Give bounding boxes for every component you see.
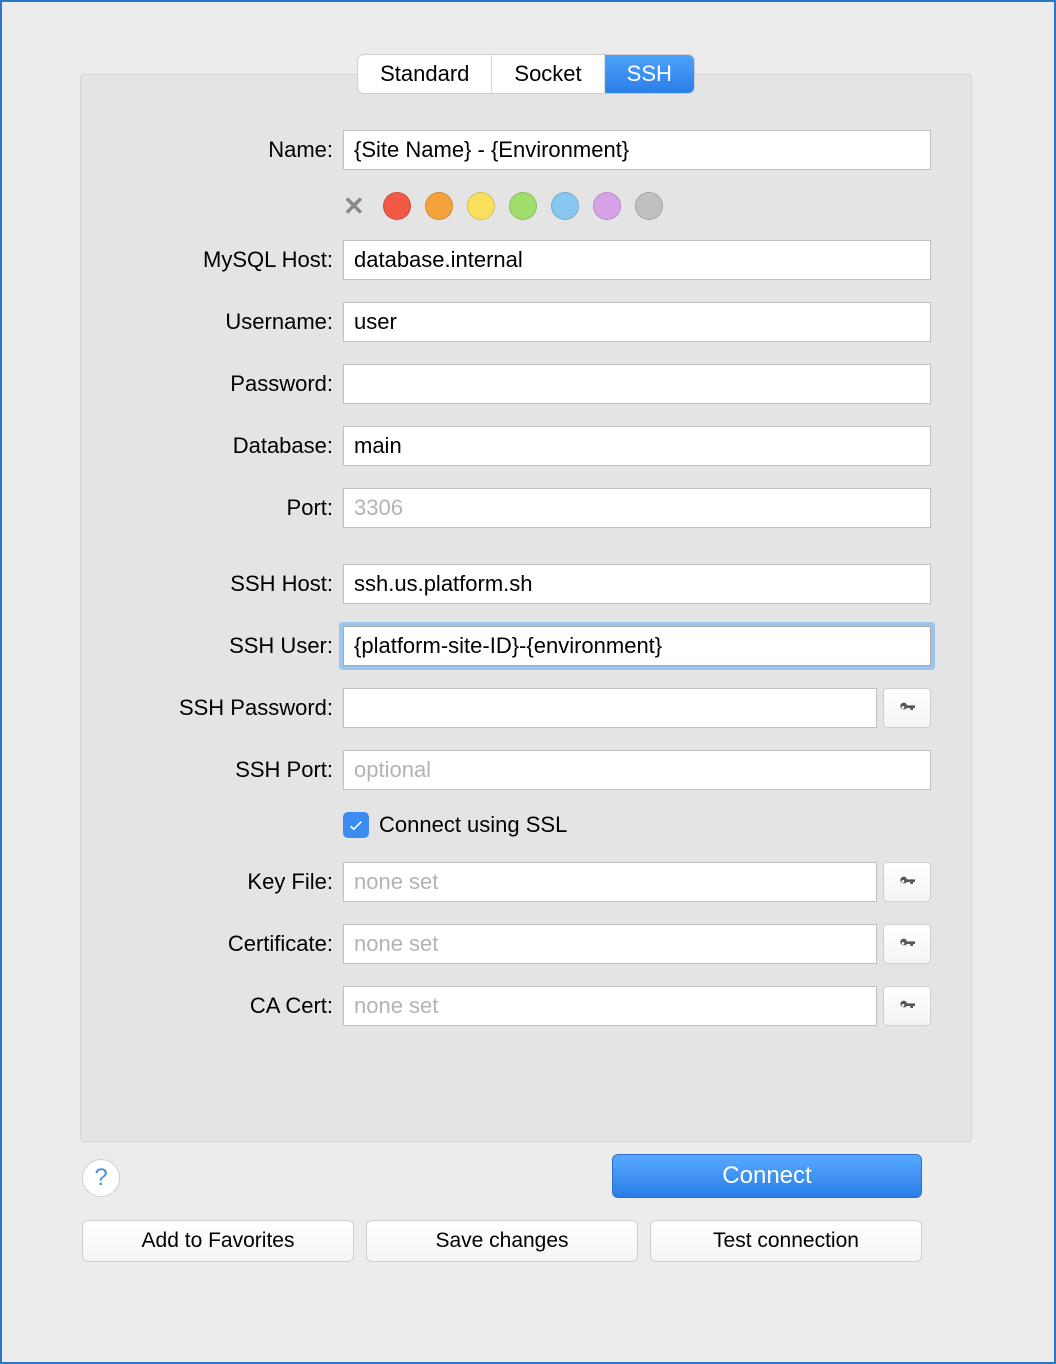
color-swatch-red[interactable] [383, 192, 411, 220]
ssl-checkbox-label: Connect using SSL [379, 812, 567, 838]
ssh-port-label: SSH Port: [81, 757, 343, 783]
ssh-port-input[interactable] [343, 750, 931, 790]
clear-color-icon[interactable]: ✕ [343, 193, 369, 219]
color-tag-row: ✕ [343, 192, 931, 220]
certificate-label: Certificate: [81, 931, 343, 957]
password-label: Password: [81, 371, 343, 397]
save-changes-button[interactable]: Save changes [366, 1220, 638, 1262]
connect-button[interactable]: Connect [612, 1154, 922, 1198]
key-file-label: Key File: [81, 869, 343, 895]
port-input[interactable] [343, 488, 931, 528]
database-label: Database: [81, 433, 343, 459]
ca-cert-browse-button[interactable] [883, 986, 931, 1026]
name-input[interactable] [343, 130, 931, 170]
connection-form: Name: ✕ MySQL Host: Username: Password: [81, 130, 971, 1048]
connection-panel: Standard Socket SSH Name: ✕ MySQL Host: … [80, 74, 972, 1142]
tab-standard[interactable]: Standard [358, 55, 492, 93]
password-input[interactable] [343, 364, 931, 404]
mysql-host-input[interactable] [343, 240, 931, 280]
ssh-user-label: SSH User: [81, 633, 343, 659]
port-label: Port: [81, 495, 343, 521]
key-file-browse-button[interactable] [883, 862, 931, 902]
tab-ssh[interactable]: SSH [605, 55, 694, 93]
ssh-password-input[interactable] [343, 688, 877, 728]
ssh-host-input[interactable] [343, 564, 931, 604]
key-icon [895, 998, 919, 1014]
help-button[interactable]: ? [82, 1159, 120, 1197]
color-swatch-orange[interactable] [425, 192, 453, 220]
key-icon [895, 874, 919, 890]
username-label: Username: [81, 309, 343, 335]
mysql-host-label: MySQL Host: [81, 247, 343, 273]
color-swatch-blue[interactable] [551, 192, 579, 220]
color-swatch-green[interactable] [509, 192, 537, 220]
add-to-favorites-button[interactable]: Add to Favorites [82, 1220, 354, 1262]
ssh-host-label: SSH Host: [81, 571, 343, 597]
color-swatch-gray[interactable] [635, 192, 663, 220]
check-icon [347, 816, 365, 834]
color-swatch-yellow[interactable] [467, 192, 495, 220]
key-file-input[interactable] [343, 862, 877, 902]
name-label: Name: [81, 137, 343, 163]
database-input[interactable] [343, 426, 931, 466]
ca-cert-label: CA Cert: [81, 993, 343, 1019]
key-icon [895, 700, 919, 716]
connection-type-tabs: Standard Socket SSH [358, 55, 694, 93]
test-connection-button[interactable]: Test connection [650, 1220, 922, 1262]
certificate-input[interactable] [343, 924, 877, 964]
ssh-password-key-button[interactable] [883, 688, 931, 728]
tab-socket[interactable]: Socket [492, 55, 604, 93]
ssh-user-input[interactable] [343, 626, 931, 666]
color-swatch-purple[interactable] [593, 192, 621, 220]
ca-cert-input[interactable] [343, 986, 877, 1026]
ssl-checkbox[interactable] [343, 812, 369, 838]
key-icon [895, 936, 919, 952]
certificate-browse-button[interactable] [883, 924, 931, 964]
ssh-password-label: SSH Password: [81, 695, 343, 721]
username-input[interactable] [343, 302, 931, 342]
